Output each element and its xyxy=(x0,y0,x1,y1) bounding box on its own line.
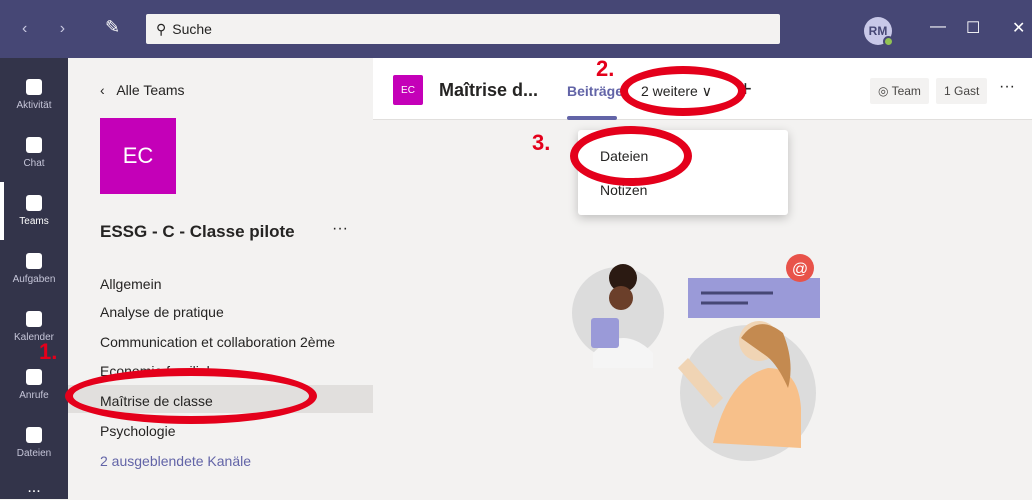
rail-item-activity[interactable]: Aktivität xyxy=(0,66,68,124)
presence-available-icon xyxy=(883,36,894,47)
team-name: ESSG - C - Classe pilote xyxy=(100,222,295,241)
phone-icon xyxy=(26,369,42,385)
team-avatar: EC xyxy=(100,118,176,194)
minimize-button[interactable]: — xyxy=(930,18,946,36)
calendar-icon xyxy=(26,311,42,327)
channel-item[interactable]: Psychologie xyxy=(100,423,176,439)
channel-team-avatar: EC xyxy=(393,75,423,105)
history-arrows[interactable]: ‹ › xyxy=(22,20,79,38)
annotation-step-1: 1. xyxy=(39,339,58,364)
teams-icon xyxy=(26,195,42,211)
file-icon xyxy=(26,427,42,443)
rail-item-files[interactable]: Dateien xyxy=(0,414,68,472)
search-placeholder: Suche xyxy=(172,21,212,37)
tab-posts[interactable]: Beiträge xyxy=(567,83,623,99)
channel-item[interactable]: Communication et collaboration 2ème xyxy=(100,334,335,350)
rail-item-calls[interactable]: Anrufe xyxy=(0,356,68,414)
annotation-ring-files xyxy=(570,126,692,186)
hidden-channels-link[interactable]: 2 ausgeblendete Kanäle xyxy=(100,453,251,469)
active-tab-indicator xyxy=(567,116,617,120)
rail-item-teams[interactable]: Teams xyxy=(0,182,68,240)
maximize-button[interactable]: ☐ xyxy=(966,18,980,38)
compose-icon[interactable]: ✎ xyxy=(105,17,129,41)
channel-list-panel: ‹ Alle Teams EC ESSG - C - Classe pilote… xyxy=(68,58,373,499)
team-more-button[interactable]: ··· xyxy=(332,220,348,238)
annotation-step-3: 3. xyxy=(532,130,551,155)
annotation-ring-more-tabs xyxy=(620,66,746,116)
channel-main-area: EC Maîtrise d... Beiträge 2 weitere ∨ + … xyxy=(373,58,1032,499)
channel-item[interactable]: Analyse de pratique xyxy=(100,304,224,320)
annotation-ring-channel xyxy=(65,368,317,424)
close-button[interactable]: ✕ xyxy=(1012,18,1025,38)
rail-item-assignments[interactable]: Aufgaben xyxy=(0,240,68,298)
app-rail: Aktivität Chat Teams Aufgaben Kalender A… xyxy=(0,58,68,499)
title-bar: ‹ › ✎ ⚲ Suche RM — ☐ ✕ xyxy=(0,0,1032,58)
search-icon: ⚲ xyxy=(156,20,167,37)
search-input[interactable]: ⚲ Suche xyxy=(146,14,780,44)
avatar[interactable]: RM xyxy=(864,17,894,47)
rail-more-button[interactable]: ... xyxy=(0,476,68,500)
svg-text:@: @ xyxy=(792,261,808,278)
welcome-illustration: @ xyxy=(572,254,820,461)
guest-button[interactable]: 1 Gast xyxy=(936,78,988,104)
header-more-button[interactable]: ··· xyxy=(999,78,1015,96)
channel-title: Maîtrise d... xyxy=(439,80,539,100)
rail-item-chat[interactable]: Chat xyxy=(0,124,68,182)
channel-item[interactable]: Allgemein xyxy=(100,276,161,292)
team-button[interactable]: ◎ Team xyxy=(870,78,929,104)
chat-icon xyxy=(26,137,42,153)
annotation-step-2: 2. xyxy=(596,56,615,81)
assignments-icon xyxy=(26,253,42,269)
back-to-all-teams[interactable]: ‹ Alle Teams xyxy=(100,82,185,98)
bell-icon xyxy=(26,79,42,95)
rail-item-calendar[interactable]: Kalender xyxy=(0,298,68,356)
